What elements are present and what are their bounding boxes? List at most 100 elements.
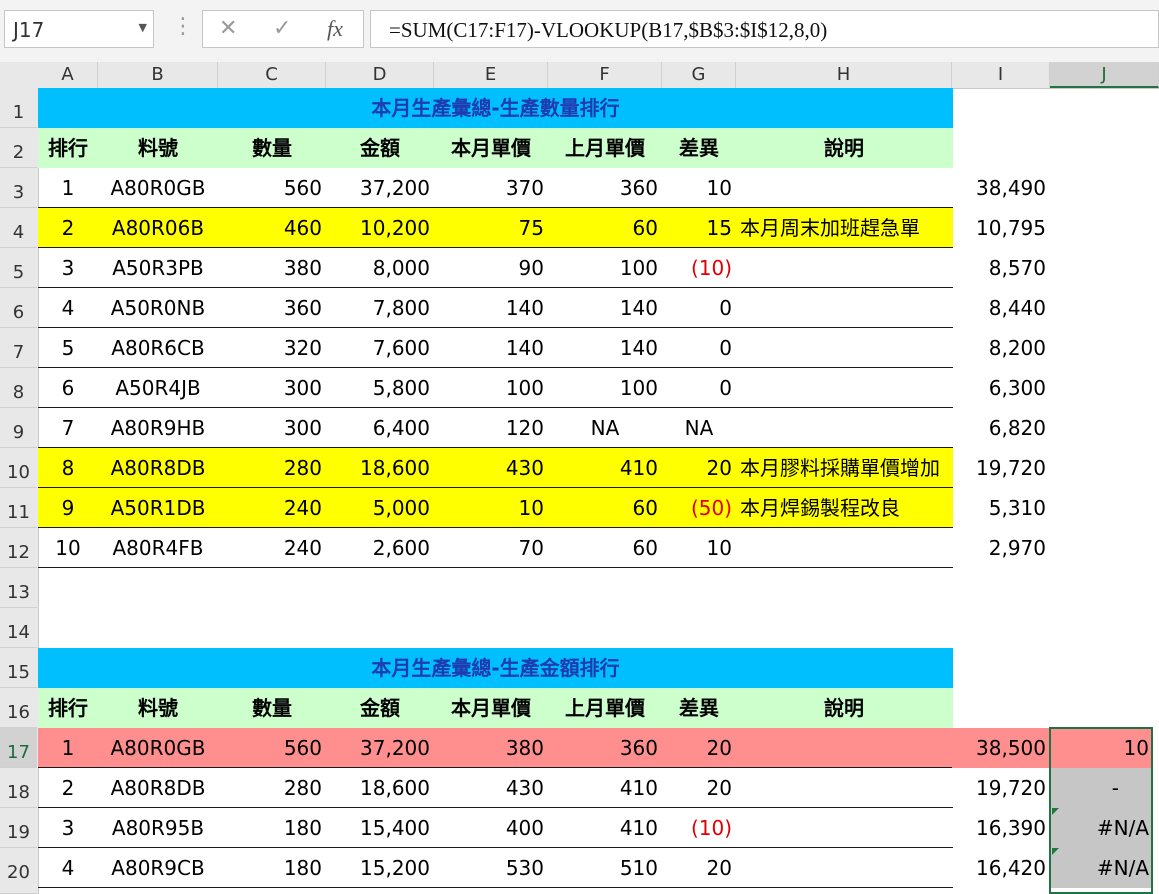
cell-amount[interactable]: 10,200 xyxy=(326,208,434,248)
header-cell[interactable]: 金額 xyxy=(326,128,434,168)
cell-diff[interactable]: (10) xyxy=(662,248,736,288)
cell-prev[interactable]: 410 xyxy=(548,448,662,488)
close-icon[interactable]: ✕ xyxy=(219,16,237,41)
cell-note[interactable] xyxy=(736,248,952,288)
cell-prev[interactable]: 510 xyxy=(548,848,662,888)
row-header[interactable]: 16 xyxy=(0,688,37,728)
row-header[interactable]: 3 xyxy=(0,168,37,208)
row-header[interactable]: 20 xyxy=(0,848,37,894)
cell-i[interactable]: 6,300 xyxy=(952,368,1050,408)
cell-prev[interactable]: 100 xyxy=(548,368,662,408)
cell-diff[interactable]: 20 xyxy=(662,768,736,808)
cell-qty[interactable]: 240 xyxy=(218,528,326,568)
row-header[interactable]: 1 xyxy=(0,88,37,128)
cell-diff[interactable]: 0 xyxy=(662,368,736,408)
cell-rank[interactable]: 1 xyxy=(38,168,98,208)
cell-amount[interactable]: 5,000 xyxy=(326,488,434,528)
cell-amount[interactable]: 37,200 xyxy=(326,168,434,208)
row-header[interactable]: 15 xyxy=(0,648,37,688)
cell-prev[interactable]: 360 xyxy=(548,168,662,208)
cell-diff[interactable]: 20 xyxy=(662,728,736,768)
cell-amount[interactable]: 15,400 xyxy=(326,808,434,848)
cell-i[interactable]: 19,720 xyxy=(952,448,1050,488)
cell-amount[interactable]: 37,200 xyxy=(326,728,434,768)
cell-note[interactable]: 本月焊錫製程改良 xyxy=(736,488,952,528)
column-header-a[interactable]: A xyxy=(38,62,98,88)
cell-amount[interactable]: 18,600 xyxy=(326,448,434,488)
cell-prev[interactable]: 410 xyxy=(548,768,662,808)
cell-cur[interactable]: 75 xyxy=(434,208,548,248)
cell-amount[interactable]: 15,200 xyxy=(326,848,434,888)
cell-cur[interactable]: 380 xyxy=(434,728,548,768)
cell-rank[interactable]: 6 xyxy=(38,368,98,408)
row-header[interactable]: 5 xyxy=(0,248,37,288)
cell-i[interactable]: 8,440 xyxy=(952,288,1050,328)
cell-j[interactable]: 10 xyxy=(1050,728,1153,768)
cell-rank[interactable]: 8 xyxy=(38,448,98,488)
column-header-j[interactable]: J xyxy=(1050,62,1159,88)
cell-part[interactable]: A50R0NB xyxy=(98,288,218,328)
cell-note[interactable] xyxy=(736,328,952,368)
cell-cur[interactable]: 10 xyxy=(434,488,548,528)
cell-prev[interactable]: NA xyxy=(548,408,662,448)
cell-prev[interactable]: 360 xyxy=(548,728,662,768)
cell-qty[interactable]: 300 xyxy=(218,368,326,408)
row-header[interactable]: 13 xyxy=(0,568,37,608)
cell-i[interactable]: 2,970 xyxy=(952,528,1050,568)
cell-qty[interactable]: 280 xyxy=(218,768,326,808)
cell-amount[interactable]: 7,600 xyxy=(326,328,434,368)
cell-diff[interactable]: NA xyxy=(662,408,736,448)
cell-part[interactable]: A80R06B xyxy=(98,208,218,248)
cell-qty[interactable]: 380 xyxy=(218,248,326,288)
cell-part[interactable]: A50R1DB xyxy=(98,488,218,528)
cell-prev[interactable]: 410 xyxy=(548,808,662,848)
function-icon[interactable]: fx xyxy=(327,16,343,42)
cell-diff[interactable]: 0 xyxy=(662,288,736,328)
cell-note[interactable] xyxy=(736,528,952,568)
row-header[interactable]: 9 xyxy=(0,408,37,448)
row-header[interactable]: 11 xyxy=(0,488,37,528)
cell-prev[interactable]: 140 xyxy=(548,328,662,368)
cell-qty[interactable]: 280 xyxy=(218,448,326,488)
cell-i[interactable]: 6,820 xyxy=(952,408,1050,448)
header-cell[interactable]: 上月單價 xyxy=(548,128,662,168)
cell-prev[interactable]: 60 xyxy=(548,488,662,528)
name-box[interactable]: J17 ▼ xyxy=(4,10,154,48)
cell-amount[interactable]: 5,800 xyxy=(326,368,434,408)
cell-note[interactable] xyxy=(736,848,952,888)
cell-i[interactable]: 5,310 xyxy=(952,488,1050,528)
column-header-b[interactable]: B xyxy=(98,62,218,88)
cell-i[interactable]: 16,420 xyxy=(952,848,1050,888)
row-header[interactable]: 6 xyxy=(0,288,37,328)
column-header-e[interactable]: E xyxy=(434,62,548,88)
cell-rank[interactable]: 2 xyxy=(38,768,98,808)
cell-diff[interactable]: (10) xyxy=(662,808,736,848)
cell-cur[interactable]: 530 xyxy=(434,848,548,888)
cell-part[interactable]: A50R4JB xyxy=(98,368,218,408)
cell-j[interactable]: #N/A xyxy=(1050,808,1153,848)
cell-rank[interactable]: 4 xyxy=(38,848,98,888)
header-cell[interactable]: 上月單價 xyxy=(548,688,662,728)
row-header[interactable]: 8 xyxy=(0,368,37,408)
cell-amount[interactable]: 8,000 xyxy=(326,248,434,288)
cell-qty[interactable]: 460 xyxy=(218,208,326,248)
cell-amount[interactable]: 6,400 xyxy=(326,408,434,448)
header-cell[interactable]: 本月單價 xyxy=(434,688,548,728)
cell-diff[interactable]: 10 xyxy=(662,168,736,208)
cell-part[interactable]: A50R3PB xyxy=(98,248,218,288)
cell-cur[interactable]: 140 xyxy=(434,288,548,328)
cell-cur[interactable]: 430 xyxy=(434,448,548,488)
cell-note[interactable] xyxy=(736,808,952,848)
row-header[interactable]: 14 xyxy=(0,608,37,648)
cell-note[interactable]: 本月周末加班趕急單 xyxy=(736,208,952,248)
cell-diff[interactable]: 20 xyxy=(662,848,736,888)
cell-rank[interactable]: 2 xyxy=(38,208,98,248)
column-header-h[interactable]: H xyxy=(736,62,952,88)
cell-qty[interactable]: 180 xyxy=(218,808,326,848)
error-indicator-icon[interactable] xyxy=(1052,808,1059,815)
cell-rank[interactable]: 10 xyxy=(38,528,98,568)
cell-i[interactable]: 8,570 xyxy=(952,248,1050,288)
header-cell[interactable]: 說明 xyxy=(736,128,952,168)
header-cell[interactable]: 本月單價 xyxy=(434,128,548,168)
cell-part[interactable]: A80R6CB xyxy=(98,328,218,368)
